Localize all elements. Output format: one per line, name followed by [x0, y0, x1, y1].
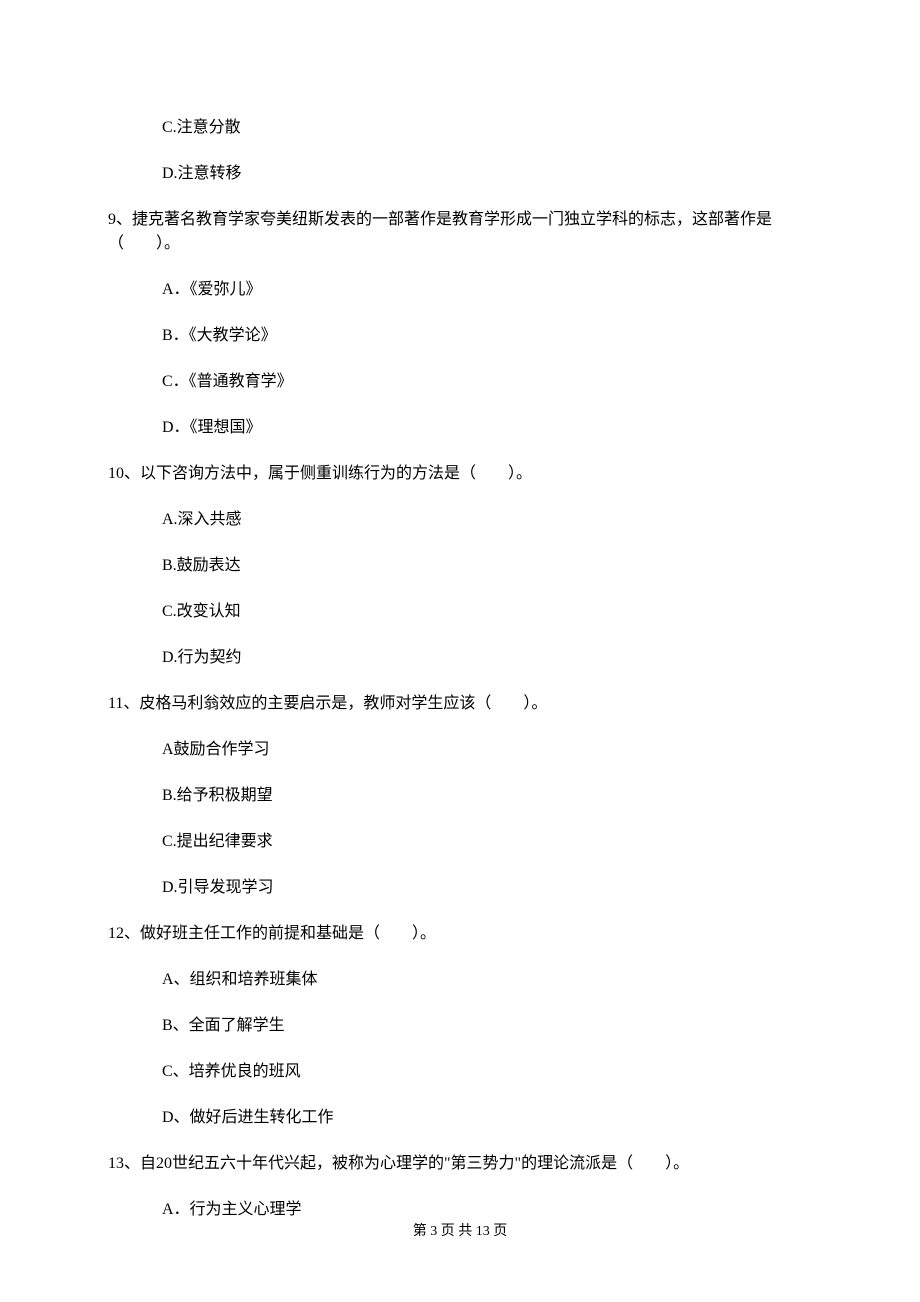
- question-9-option-b: B．《大教学论》: [162, 324, 812, 348]
- question-9-stem: 9、捷克著名教育学家夸美纽斯发表的一部著作是教育学形成一门独立学科的标志，这部著…: [108, 208, 812, 256]
- question-9-option-a: A．《爱弥儿》: [162, 278, 812, 302]
- question-10-stem: 10、以下咨询方法中，属于侧重训练行为的方法是（ ）。: [108, 462, 812, 486]
- question-11-stem: 11、皮格马利翁效应的主要启示是，教师对学生应该（ ）。: [108, 692, 812, 716]
- question-12-stem: 12、做好班主任工作的前提和基础是（ ）。: [108, 922, 812, 946]
- question-10-option-c: C.改变认知: [162, 600, 812, 624]
- question-10-option-d: D.行为契约: [162, 646, 812, 670]
- question-11-option-c: C.提出纪律要求: [162, 830, 812, 854]
- question-12-option-a: A、组织和培养班集体: [162, 968, 812, 992]
- page-footer: 第 3 页 共 13 页: [0, 1221, 920, 1242]
- question-11-option-a: A鼓励合作学习: [162, 738, 812, 762]
- page-container: C.注意分散 D.注意转移 9、捷克著名教育学家夸美纽斯发表的一部著作是教育学形…: [0, 0, 920, 1302]
- question-10-option-b: B.鼓励表达: [162, 554, 812, 578]
- option-d: D.注意转移: [162, 162, 812, 186]
- question-9-option-d: D．《理想国》: [162, 416, 812, 440]
- question-10-option-a: A.深入共感: [162, 508, 812, 532]
- question-12-option-d: D、做好后进生转化工作: [162, 1106, 812, 1130]
- question-13-stem: 13、自20世纪五六十年代兴起，被称为心理学的"第三势力"的理论流派是（ ）。: [108, 1152, 812, 1176]
- option-c: C.注意分散: [162, 116, 812, 140]
- question-13-option-a: A．行为主义心理学: [162, 1198, 812, 1222]
- question-11-option-d: D.引导发现学习: [162, 876, 812, 900]
- question-12-option-c: C、培养优良的班风: [162, 1060, 812, 1084]
- question-11-option-b: B.给予积极期望: [162, 784, 812, 808]
- question-12-option-b: B、全面了解学生: [162, 1014, 812, 1038]
- question-9-option-c: C．《普通教育学》: [162, 370, 812, 394]
